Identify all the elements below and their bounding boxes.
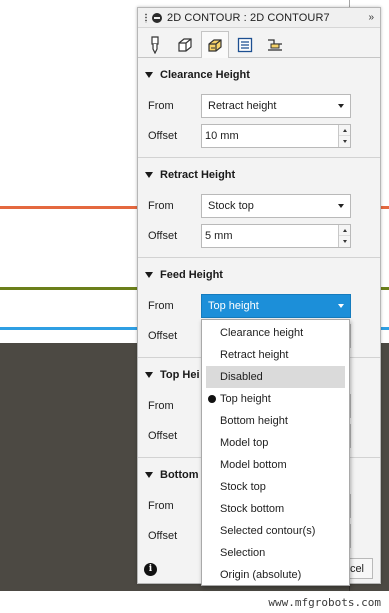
geometry-icon [178, 38, 192, 52]
dropdown-option[interactable]: Selection [202, 542, 349, 564]
clearance-from-row: From Retract height [145, 91, 380, 121]
dropdown-option[interactable]: Disabled [206, 366, 345, 388]
dropdown-option[interactable]: Selected contour(s) [202, 520, 349, 542]
dropdown-option-label: Selection [220, 547, 266, 559]
collapse-triangle-icon[interactable] [145, 271, 153, 278]
tab-heights[interactable] [201, 31, 229, 58]
dropdown-option[interactable]: Stock top [202, 476, 349, 498]
dropdown-arrow-icon [338, 304, 344, 308]
dropdown-arrow-icon [338, 204, 344, 208]
collapse-triangle-icon[interactable] [145, 471, 153, 478]
offset-label: Offset [148, 530, 178, 542]
tab-linking[interactable] [261, 32, 289, 57]
retract-height-section: Retract Height From Stock top Offset 5 m… [138, 158, 380, 258]
offset-label: Offset [148, 130, 178, 142]
from-label: From [148, 100, 174, 112]
input-value: 10 mm [205, 130, 239, 142]
clearance-offset-row: Offset 10 mm [145, 121, 380, 151]
spinner-buttons [338, 225, 350, 247]
select-value: Top height [208, 300, 259, 312]
from-label: From [148, 400, 174, 412]
section-title: Retract Height [160, 168, 236, 181]
tab-geometry[interactable] [171, 32, 199, 57]
clearance-offset-input[interactable]: 10 mm [201, 124, 351, 148]
spinner-buttons [338, 125, 350, 147]
dropdown-option[interactable]: Bottom height [202, 410, 349, 432]
dialog-tabs [138, 28, 380, 58]
watermark-text: www.mfgrobots.com [268, 596, 381, 609]
section-title: Feed Height [160, 268, 223, 281]
dropdown-option[interactable]: Origin (absolute) [202, 564, 349, 586]
select-value: Stock top [208, 200, 254, 212]
clearance-height-section: Clearance Height From Retract height Off… [138, 58, 380, 158]
spin-up-icon[interactable] [339, 125, 350, 136]
retract-height-header[interactable]: Retract Height [145, 158, 380, 191]
dialog-title: 2D CONTOUR : 2D CONTOUR7 [167, 11, 330, 24]
offset-label: Offset [148, 430, 178, 442]
feed-from-dropdown-list: Clearance height Retract height Disabled To… [201, 319, 350, 586]
dropdown-option-label: Origin (absolute) [220, 569, 302, 581]
dropdown-option[interactable]: Model top [202, 432, 349, 454]
dropdown-option[interactable]: Model bottom [202, 454, 349, 476]
spin-up-icon[interactable] [339, 225, 350, 236]
dropdown-option-label: Clearance height [220, 327, 304, 339]
passes-icon [237, 37, 253, 53]
dropdown-option-label: Model bottom [220, 459, 287, 471]
tab-passes[interactable] [231, 32, 259, 57]
input-value: 5 mm [205, 230, 233, 242]
from-label: From [148, 300, 174, 312]
dropdown-option-label: Disabled [220, 371, 263, 383]
dialog-titlebar[interactable]: 2D CONTOUR : 2D CONTOUR7 » [138, 8, 380, 28]
from-label: From [148, 200, 174, 212]
dropdown-option[interactable]: Retract height [202, 344, 349, 366]
collapse-triangle-icon[interactable] [145, 371, 153, 378]
clearance-from-select[interactable]: Retract height [201, 94, 351, 118]
operation-status-icon [152, 12, 162, 23]
dropdown-option[interactable]: Stock bottom [202, 498, 349, 520]
info-icon[interactable]: i [144, 562, 157, 576]
offset-label: Offset [148, 230, 178, 242]
retract-offset-row: Offset 5 mm [145, 221, 380, 251]
dropdown-option-label: Model top [220, 437, 269, 449]
section-title: Clearance Height [160, 68, 250, 81]
dropdown-option-label: Stock bottom [220, 503, 285, 515]
spin-down-icon[interactable] [339, 236, 350, 247]
feed-from-row: From Top height [145, 291, 380, 321]
retract-offset-input[interactable]: 5 mm [201, 224, 351, 248]
selected-radio-icon [208, 395, 216, 403]
dropdown-option-label: Selected contour(s) [220, 525, 316, 537]
dropdown-option-label: Retract height [220, 349, 289, 361]
drag-handle-icon[interactable] [144, 12, 148, 23]
dropdown-option-label: Top height [220, 393, 271, 405]
dropdown-option[interactable]: Clearance height [202, 322, 349, 344]
spin-down-icon[interactable] [339, 136, 350, 147]
offset-label: Offset [148, 330, 178, 342]
retract-from-row: From Stock top [145, 191, 380, 221]
from-label: From [148, 500, 174, 512]
dropdown-option-label: Stock top [220, 481, 266, 493]
retract-from-select[interactable]: Stock top [201, 194, 351, 218]
feed-height-header[interactable]: Feed Height [145, 258, 380, 291]
dropdown-option-label: Bottom height [220, 415, 288, 427]
select-value: Retract height [208, 100, 277, 112]
collapse-triangle-icon[interactable] [145, 71, 153, 78]
dropdown-arrow-icon [338, 104, 344, 108]
heights-icon [208, 39, 222, 52]
section-title: Bottom [160, 468, 199, 481]
tab-tool[interactable] [141, 32, 169, 57]
expand-icon[interactable]: » [368, 12, 374, 23]
linking-icon [268, 39, 282, 51]
clearance-height-header[interactable]: Clearance Height [145, 58, 380, 91]
dropdown-option[interactable]: Top height [202, 388, 349, 410]
section-title: Top Hei [160, 368, 200, 381]
collapse-triangle-icon[interactable] [145, 171, 153, 178]
tool-icon [151, 36, 159, 54]
feed-from-select[interactable]: Top height [201, 294, 351, 318]
